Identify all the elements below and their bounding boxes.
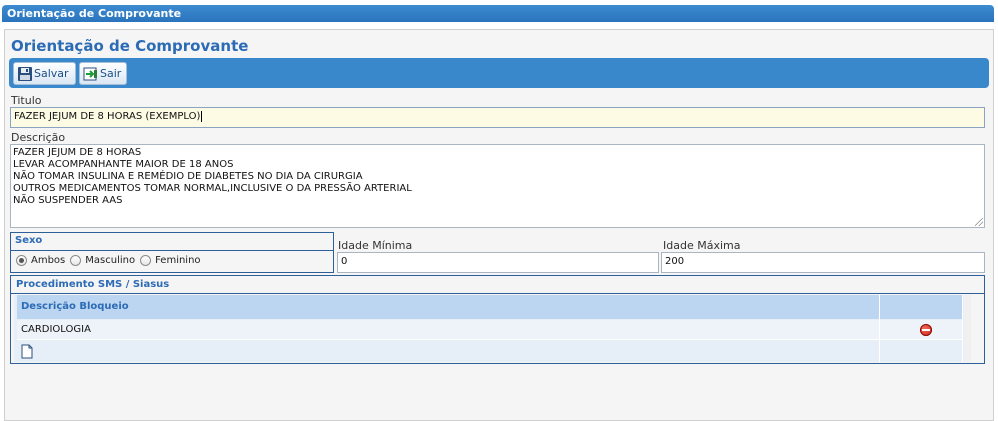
- radio-feminino-label: Feminino: [155, 255, 201, 266]
- window-title: Orientação de Comprovante: [7, 7, 182, 20]
- descricao-label: Descrição: [11, 131, 66, 144]
- floppy-disk-icon: [18, 66, 32, 81]
- page-title: Orientação de Comprovante: [11, 37, 249, 55]
- save-button[interactable]: Salvar: [13, 62, 76, 85]
- grid-scrollbar[interactable]: [964, 295, 971, 362]
- descricao-line: FAZER JEJUM DE 8 HORAS: [13, 147, 142, 158]
- exit-button-label: Sair: [100, 67, 122, 80]
- idade-maxima-value: 200: [665, 256, 685, 267]
- idade-maxima-label: Idade Máxima: [663, 239, 741, 252]
- idade-maxima-field[interactable]: 200: [661, 252, 985, 273]
- idade-minima-field[interactable]: 0: [337, 252, 659, 273]
- radio-ambos-label: Ambos: [31, 255, 66, 266]
- radio-ambos[interactable]: Ambos: [16, 255, 65, 266]
- radio-masculino-label: Masculino: [85, 255, 136, 266]
- procedimento-grid: Descrição Bloqueio CARDIOLOGIA: [14, 295, 971, 362]
- new-document-icon[interactable]: [21, 344, 33, 359]
- new-row: [17, 341, 962, 362]
- remove-circle-icon[interactable]: [920, 324, 932, 336]
- resize-grip-icon[interactable]: [975, 218, 983, 226]
- radio-masculino[interactable]: Masculino: [70, 255, 135, 266]
- radio-feminino[interactable]: Feminino: [140, 255, 201, 266]
- window-titlebar: Orientação de Comprovante: [2, 5, 994, 22]
- titulo-field[interactable]: FAZER JEJUM DE 8 HORAS (EXEMPLO): [10, 107, 985, 128]
- titulo-value: FAZER JEJUM DE 8 HORAS (EXEMPLO): [14, 111, 201, 122]
- column-divider: [962, 295, 963, 362]
- sexo-legend: Sexo: [15, 235, 43, 246]
- procedimento-legend: Procedimento SMS / Siasus: [16, 279, 170, 290]
- idade-minima-label: Idade Mínima: [338, 239, 413, 252]
- table-row[interactable]: CARDIOLOGIA: [17, 320, 962, 340]
- titulo-label: Titulo: [11, 94, 42, 107]
- sexo-fieldset: Sexo Ambos Masculino Feminino: [10, 232, 334, 273]
- descricao-line: NÃO SUSPENDER AAS: [13, 195, 123, 206]
- divider: [11, 250, 333, 251]
- column-divider: [879, 295, 880, 362]
- divider: [11, 293, 984, 294]
- descricao-textarea[interactable]: FAZER JEJUM DE 8 HORAS LEVAR ACOMPANHANT…: [10, 144, 985, 228]
- descricao-line: NÃO TOMAR INSULINA E REMÉDIO DE DIABETES…: [13, 171, 363, 182]
- exit-button[interactable]: Sair: [79, 62, 127, 85]
- descricao-line: LEVAR ACOMPANHANTE MAIOR DE 18 ANOS: [13, 159, 234, 170]
- procedimento-fieldset: Procedimento SMS / Siasus Descrição Bloq…: [10, 275, 985, 364]
- radio-button[interactable]: [140, 255, 152, 266]
- sexo-radio-group: Ambos Masculino Feminino: [16, 255, 206, 266]
- idade-minima-value: 0: [341, 256, 348, 267]
- exit-arrow-icon: [83, 67, 97, 80]
- descricao-line: OUTROS MEDICAMENTOS TOMAR NORMAL,INCLUSI…: [13, 183, 412, 194]
- save-button-label: Salvar: [34, 67, 69, 80]
- radio-button[interactable]: [70, 255, 82, 266]
- cell-descricao: CARDIOLOGIA: [21, 324, 91, 335]
- grid-header: Descrição Bloqueio: [17, 295, 962, 319]
- toolbar: Salvar Sair: [9, 58, 989, 88]
- column-header-descricao[interactable]: Descrição Bloqueio: [21, 301, 129, 312]
- radio-button-checked[interactable]: [16, 255, 27, 266]
